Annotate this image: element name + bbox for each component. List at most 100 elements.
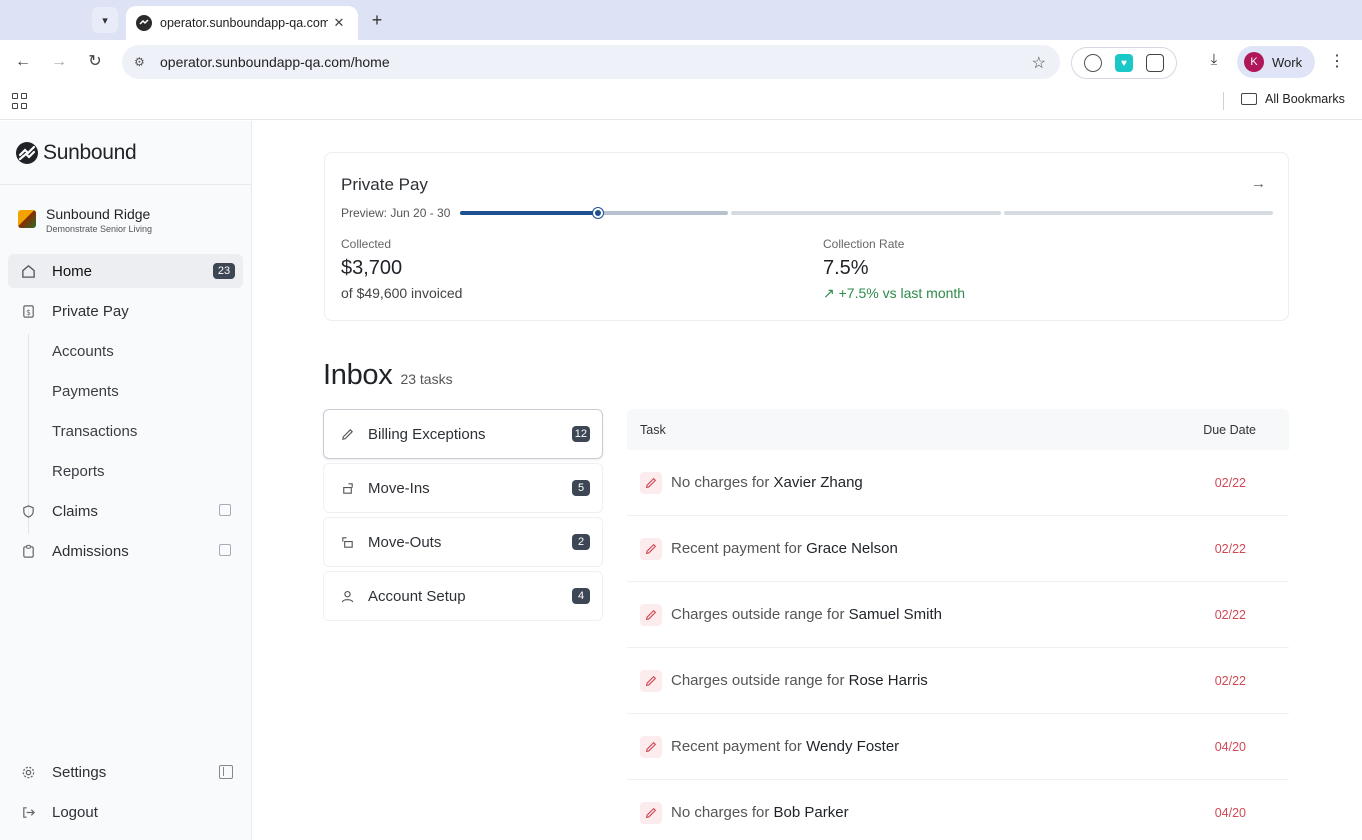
facility-switcher[interactable]: Sunbound Ridge Demonstrate Senior Living [18,206,152,234]
bookmarks-divider [1223,92,1224,110]
collected-label: Collected [341,237,392,251]
category-move-outs[interactable]: Move-Outs 2 [323,517,603,567]
task-prefix: No charges for [671,804,774,821]
bookmarks-bar: All Bookmarks [0,84,1362,120]
resident-name: Bob Parker [773,804,849,821]
trend-up-icon: ↗ [823,285,835,301]
profile-button[interactable]: K Work [1237,46,1315,78]
sidebar-item-label: Private Pay [52,302,129,320]
column-header-due-date[interactable]: Due Date [1203,423,1256,437]
forward-arrow-icon[interactable]: → [48,51,70,73]
resident-name: Xavier Zhang [773,474,863,491]
table-row[interactable]: Recent payment for Wendy Foster 04/20 [627,714,1289,780]
folder-icon [1241,93,1257,105]
heart-extension-icon[interactable]: ♥ [1114,54,1133,72]
progress-fill [460,211,599,215]
category-label: Billing Exceptions [368,425,486,443]
collection-rate-metric: Collection Rate 7.5% ↗ +7.5% vs last mon… [823,237,965,302]
password-extension-icon[interactable] [1084,54,1103,72]
task-description: No charges for Xavier Zhang [671,474,863,491]
task-due-date: 02/22 [1214,542,1246,556]
sidebar-item-private-pay[interactable]: $ Private Pay [8,294,243,328]
chevron-down-icon: ▾ [102,14,108,27]
tab-title: operator.sunboundapp-qa.com [160,16,328,30]
category-badge: 2 [572,534,590,550]
table-row[interactable]: No charges for Bob Parker 04/20 [627,780,1289,840]
brand-logo[interactable]: Sunbound [16,141,137,165]
collapse-sidebar-icon[interactable] [219,765,233,779]
resident-name: Samuel Smith [848,606,942,623]
task-description: Recent payment for Grace Nelson [671,540,898,557]
pencil-icon [640,802,662,824]
download-icon[interactable]: ⤓ [1203,51,1225,73]
sidebar-item-accounts[interactable]: Accounts [8,334,243,368]
tab-search-button[interactable]: ▾ [92,7,118,33]
task-prefix: Recent payment for [671,540,807,557]
category-badge: 4 [572,588,590,604]
sidebar-item-label: Payments [52,382,119,400]
profile-name: Work [1272,54,1303,70]
collected-value: $3,700 [341,257,403,279]
table-row[interactable]: Recent payment for Grace Nelson 02/22 [627,516,1289,582]
arrow-right-icon[interactable]: → [1251,175,1266,192]
apps-grid-icon[interactable] [12,93,28,109]
table-row[interactable]: No charges for Xavier Zhang 02/22 [627,450,1289,516]
browser-tab[interactable]: operator.sunboundapp-qa.com ✕ [126,6,358,40]
new-tab-button[interactable]: + [366,9,388,31]
collection-progress-bar [460,208,1273,218]
sidebar-item-payments[interactable]: Payments [8,374,243,408]
collection-rate-label: Collection Rate [823,237,905,251]
task-due-date: 04/20 [1214,740,1246,754]
tab-close-icon[interactable]: ✕ [330,15,348,31]
back-arrow-icon[interactable]: ← [12,51,34,73]
sidebar-item-home[interactable]: Home 23 [8,254,243,288]
private-pay-card[interactable]: Private Pay → Preview: Jun 20 - 30 Colle… [324,152,1289,321]
sidebar-nav: Home 23 $ Private Pay Accounts Payments … [8,254,243,574]
sidebar-item-reports[interactable]: Reports [8,454,243,488]
user-icon [338,587,356,605]
pencil-icon [640,604,662,626]
home-icon [20,263,36,279]
sidebar-item-logout[interactable]: Logout [8,795,243,829]
browser-menu-icon[interactable]: ⋮ [1328,51,1346,73]
sidebar-item-claims[interactable]: Claims [8,494,243,528]
sidebar-item-transactions[interactable]: Transactions [8,414,243,448]
logout-icon [20,804,36,820]
sidebar-item-settings[interactable]: Settings [8,755,243,789]
puzzle-extensions-icon[interactable] [1145,54,1164,72]
task-due-date: 04/20 [1214,806,1246,820]
collection-rate-trend: ↗ +7.5% vs last month [823,285,965,302]
sidebar-item-label: Admissions [52,542,129,560]
external-link-icon [219,504,231,516]
facility-name: Sunbound Ridge [46,206,151,222]
category-move-ins[interactable]: Move-Ins 5 [323,463,603,513]
table-row[interactable]: Charges outside range for Rose Harris 02… [627,648,1289,714]
task-prefix: No charges for [671,474,774,491]
table-row[interactable]: Charges outside range for Samuel Smith 0… [627,582,1289,648]
gear-icon [20,764,36,780]
sidebar-item-label: Transactions [52,422,138,440]
task-due-date: 02/22 [1214,674,1246,688]
task-description: No charges for Bob Parker [671,804,849,821]
sidebar-item-admissions[interactable]: Admissions [8,534,243,568]
bookmark-star-icon[interactable]: ☆ [1032,53,1046,73]
column-header-task[interactable]: Task [640,423,666,437]
profile-avatar: K [1244,52,1264,72]
brand-name: Sunbound [43,141,137,164]
progress-track-segment [731,211,1001,215]
pencil-icon [640,472,662,494]
address-url[interactable]: operator.sunboundapp-qa.com/home [160,54,390,70]
category-account-setup[interactable]: Account Setup 4 [323,571,603,621]
category-badge: 12 [571,426,590,442]
extensions-group: ♥ [1071,47,1177,79]
sidebar-divider [0,184,251,185]
address-bar[interactable]: ⚙ operator.sunboundapp-qa.com/home ☆ [122,45,1060,79]
pencil-icon [640,736,662,758]
svg-text:$: $ [26,307,31,316]
category-billing-exceptions[interactable]: Billing Exceptions 12 [323,409,603,459]
pencil-icon [338,425,356,443]
task-description: Charges outside range for Rose Harris [671,672,928,689]
reload-icon[interactable]: ↻ [84,51,106,73]
site-info-icon[interactable]: ⚙ [134,55,152,69]
all-bookmarks-button[interactable]: All Bookmarks [1241,92,1345,106]
